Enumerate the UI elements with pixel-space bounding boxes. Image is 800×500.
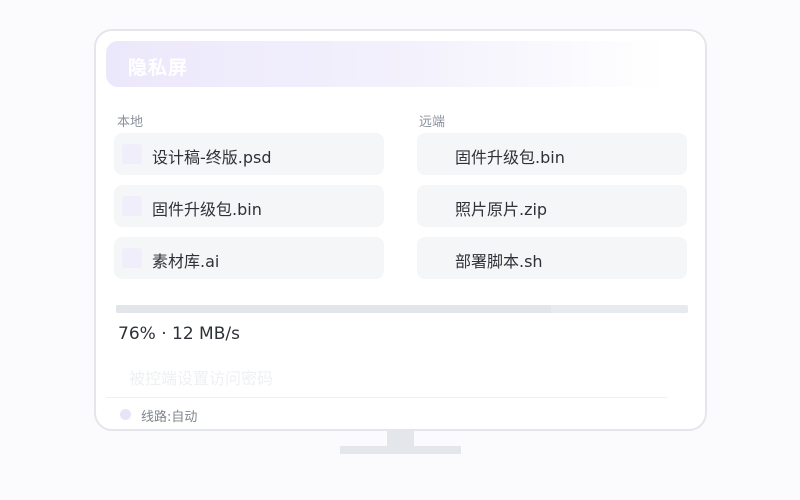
transfer-progress-bar [116,305,688,313]
privacy-screen-header: 隐私屏 [106,41,666,87]
route-status-dot [120,409,131,420]
remote-column-title: 远端 [419,115,446,130]
route-label[interactable]: 线路:自动 [141,406,197,425]
header-title: 隐私屏 [128,57,189,79]
file-name: 设计稿-终版.psd [152,148,272,167]
file-checkbox[interactable] [122,248,142,268]
file-checkbox[interactable] [122,196,142,216]
local-file-item[interactable]: 素材库.ai [114,237,384,279]
divider [106,397,667,398]
transfer-status: 76% · 12 MB/s [118,324,240,344]
file-name: 照片原片.zip [455,200,548,219]
remote-file-item[interactable]: 部署脚本.sh [417,237,687,279]
monitor-stand-base [340,446,461,454]
file-name: 部署脚本.sh [455,252,543,271]
access-password-hint: 被控端设置访问密码 [129,369,274,388]
file-name: 固件升级包.bin [152,200,262,219]
file-name: 固件升级包.bin [455,148,565,167]
file-checkbox[interactable] [122,144,142,164]
stage: 隐私屏 本地 远端 设计稿-终版.psd 固件升级包.bin 素材库.ai 固件… [0,0,800,500]
local-column-title: 本地 [117,115,144,130]
file-name: 素材库.ai [152,252,220,271]
transfer-progress-fill [116,305,551,313]
local-file-item[interactable]: 固件升级包.bin [114,185,384,227]
local-file-item[interactable]: 设计稿-终版.psd [114,133,384,175]
remote-file-item[interactable]: 照片原片.zip [417,185,687,227]
monitor-frame: 隐私屏 本地 远端 设计稿-终版.psd 固件升级包.bin 素材库.ai 固件… [94,29,707,431]
remote-file-item[interactable]: 固件升级包.bin [417,133,687,175]
